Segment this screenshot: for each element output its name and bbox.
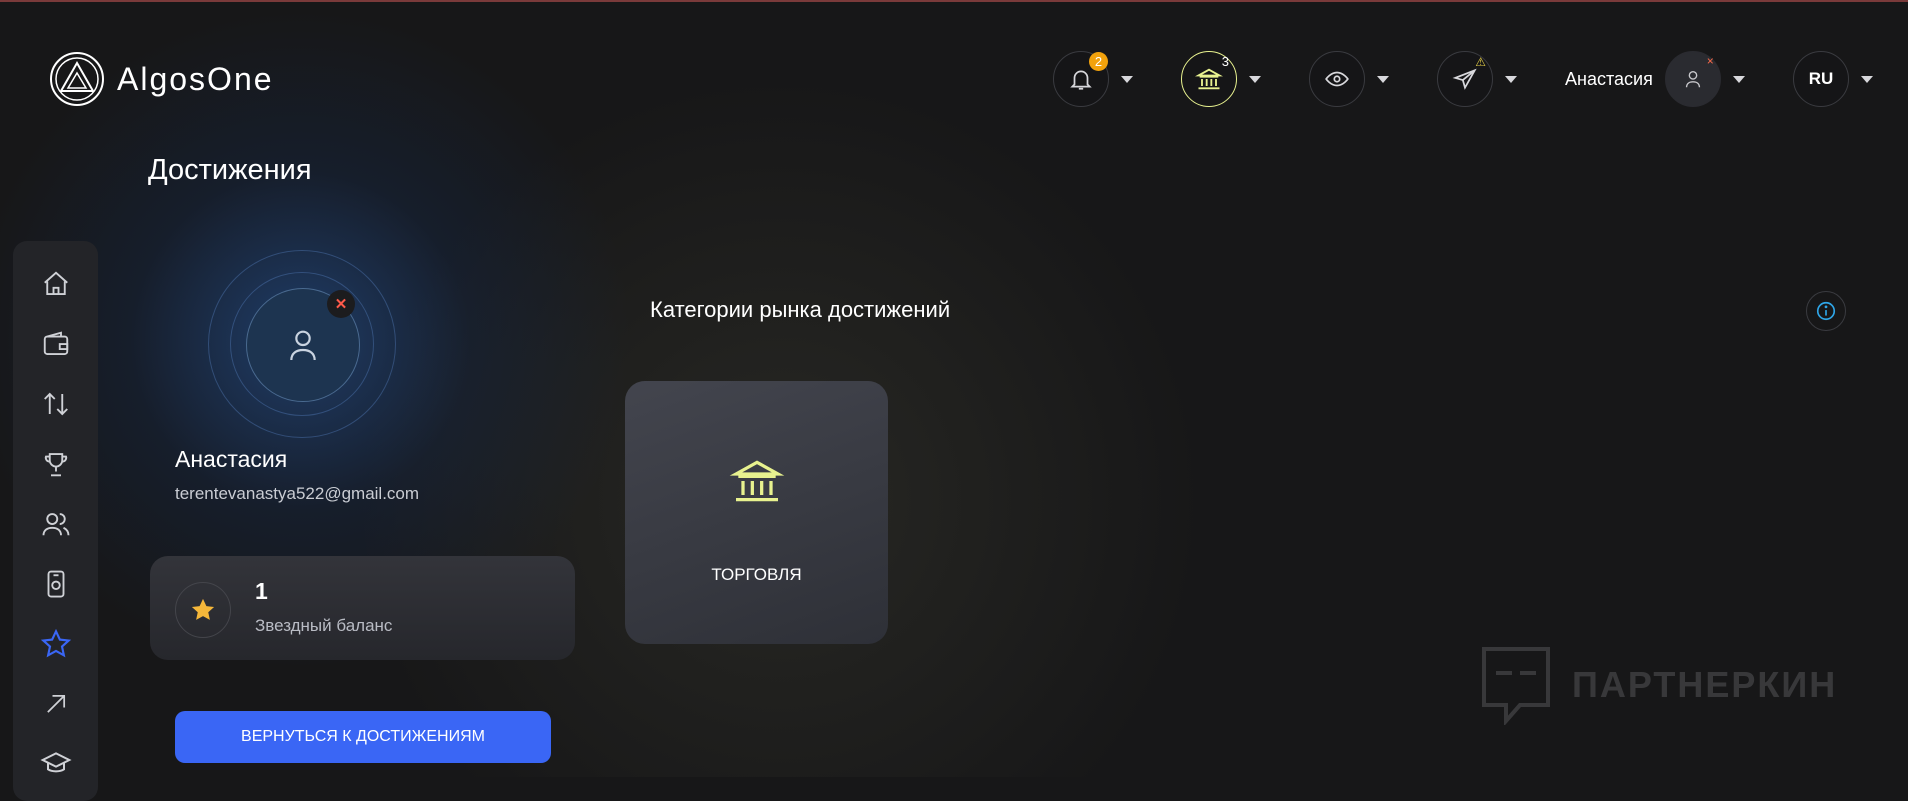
sidebar-item-referrals[interactable] xyxy=(38,506,74,542)
language-button[interactable]: RU xyxy=(1793,51,1849,107)
device-icon xyxy=(47,570,65,598)
status-close-icon: × xyxy=(1706,54,1714,68)
bell-icon xyxy=(1070,70,1092,90)
home-icon xyxy=(44,271,68,295)
top-border xyxy=(0,0,1908,2)
sidebar-item-home[interactable] xyxy=(38,266,74,302)
telegram-icon xyxy=(1452,68,1477,90)
info-icon xyxy=(1816,301,1836,321)
users-icon xyxy=(42,513,70,536)
transfer-arrows-icon xyxy=(44,392,68,416)
user-menu[interactable]: Анастасия × xyxy=(1565,51,1745,107)
eye-icon xyxy=(1325,71,1349,87)
sidebar-item-device[interactable] xyxy=(38,566,74,602)
chevron-down-icon[interactable] xyxy=(1249,75,1261,83)
sidebar-item-stars[interactable] xyxy=(38,626,74,662)
watermark-text: ПАРТНЕРКИН xyxy=(1572,664,1838,705)
visibility-button[interactable] xyxy=(1309,51,1365,107)
chat-mask-icon xyxy=(1482,647,1550,725)
sidebar-item-growth[interactable] xyxy=(38,686,74,722)
info-button[interactable] xyxy=(1806,291,1846,331)
notifications-button[interactable]: 2 xyxy=(1053,51,1109,107)
language-menu[interactable]: RU xyxy=(1793,51,1873,107)
back-to-achievements-button[interactable]: ВЕРНУТЬСЯ К ДОСТИЖЕНИЯМ xyxy=(175,711,551,763)
sidebar-item-transfers[interactable] xyxy=(38,386,74,422)
profile-name: Анастасия xyxy=(175,446,288,472)
categories-title: Категории рынка достижений xyxy=(650,297,951,322)
language-code: RU xyxy=(1808,69,1834,88)
sidebar-item-wallet[interactable] xyxy=(38,326,74,362)
notifications-menu[interactable]: 2 xyxy=(1053,51,1133,107)
sidebar-item-achievements[interactable] xyxy=(38,446,74,482)
star-balance-value: 1 xyxy=(255,578,268,604)
bank-count: 3 xyxy=(1221,54,1229,69)
user-icon xyxy=(290,330,316,361)
star-balance-card: 1 Звездный баланс xyxy=(150,556,575,660)
star-icon xyxy=(40,628,72,658)
category-label: ТОРГОВЛЯ xyxy=(711,565,802,584)
page-title: Достижения xyxy=(148,154,312,186)
user-icon xyxy=(1685,70,1700,88)
app-logo[interactable]: AlgosOne xyxy=(49,51,274,107)
chevron-down-icon[interactable] xyxy=(1505,75,1517,83)
visibility-menu[interactable] xyxy=(1309,51,1389,107)
user-avatar-button[interactable]: × xyxy=(1664,51,1721,107)
star-icon xyxy=(191,598,215,620)
wallet-icon xyxy=(43,331,69,355)
graduation-cap-icon xyxy=(40,752,72,773)
remove-avatar-icon[interactable]: ✕ xyxy=(327,290,355,318)
chevron-down-icon[interactable] xyxy=(1732,75,1745,83)
sidebar xyxy=(13,241,98,801)
header-user-name[interactable]: Анастасия xyxy=(1565,69,1653,90)
category-card-trading[interactable]: ТОРГОВЛЯ xyxy=(625,381,888,644)
watermark: ПАРТНЕРКИН xyxy=(1480,645,1837,725)
notifications-badge: 2 xyxy=(1089,52,1108,71)
warning-icon: ⚠ xyxy=(1475,55,1486,69)
chevron-down-icon[interactable] xyxy=(1861,75,1873,83)
trophy-icon xyxy=(44,453,68,477)
bank-icon xyxy=(1195,68,1223,90)
bank-button[interactable]: 3 xyxy=(1181,51,1237,107)
telegram-menu[interactable]: ⚠ xyxy=(1437,51,1517,107)
star-balance-icon-wrap xyxy=(175,582,231,638)
bank-icon xyxy=(729,460,785,502)
telegram-button[interactable]: ⚠ xyxy=(1437,51,1493,107)
profile-email: terentevanastya522@gmail.com xyxy=(175,484,420,503)
app-name: AlgosOne xyxy=(117,60,274,97)
algosone-logo-icon xyxy=(50,52,104,106)
chevron-down-icon[interactable] xyxy=(1121,75,1133,83)
bank-menu[interactable]: 3 xyxy=(1181,51,1261,107)
chevron-down-icon[interactable] xyxy=(1377,75,1389,83)
arrow-up-right-icon xyxy=(47,694,66,713)
star-balance-label: Звездный баланс xyxy=(255,616,393,635)
